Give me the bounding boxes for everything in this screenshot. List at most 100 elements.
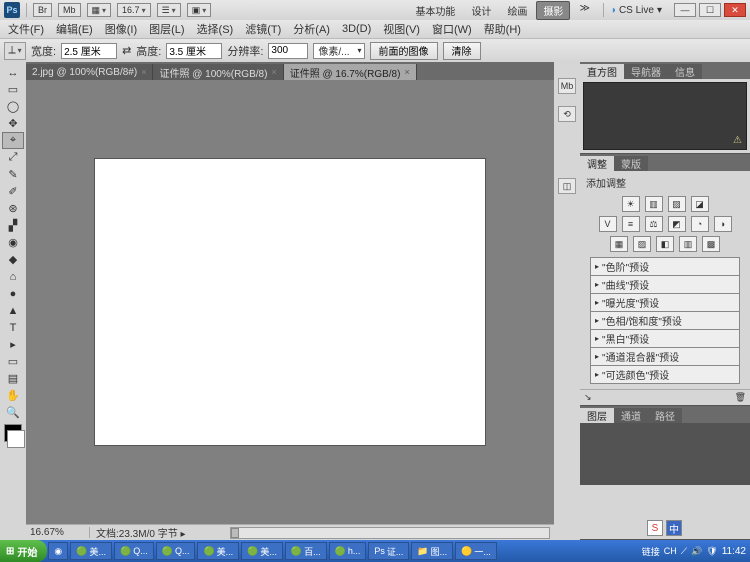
minimize-button[interactable]: — — [674, 3, 696, 17]
menu-file[interactable]: 文件(F) — [2, 20, 50, 38]
preset-levels[interactable]: "色阶"预设 — [590, 257, 740, 276]
taskbar-item[interactable]: Ps证... — [368, 542, 409, 560]
tab-channels[interactable]: 通道 — [614, 408, 648, 423]
adj-exposure[interactable]: ◪ — [691, 196, 709, 212]
menu-analysis[interactable]: 分析(A) — [287, 20, 336, 38]
adj-invert[interactable]: ▦ — [610, 236, 628, 252]
bridge-button[interactable]: Br — [33, 3, 52, 17]
swap-icon[interactable]: ⇄ — [122, 44, 131, 57]
tool-eraser[interactable]: ◉ — [2, 234, 24, 251]
close-button[interactable]: ✕ — [724, 3, 746, 17]
menu-help[interactable]: 帮助(H) — [478, 20, 527, 38]
tool-healing[interactable]: ✎ — [2, 166, 24, 183]
cslive-button[interactable]: ◑CS Live▾ — [610, 5, 662, 16]
background-swatch[interactable] — [7, 430, 25, 448]
canvas-viewport[interactable] — [26, 80, 554, 524]
tool-quickselect[interactable]: ✥ — [2, 115, 24, 132]
height-input[interactable] — [166, 43, 222, 59]
preset-bw[interactable]: "黑白"预设 — [590, 329, 740, 348]
width-input[interactable] — [61, 43, 117, 59]
swatches-panel-icon[interactable]: ◫ — [558, 178, 576, 194]
adj-posterize[interactable]: ▨ — [633, 236, 651, 252]
tab-layers[interactable]: 图层 — [580, 408, 614, 423]
preset-selectivecolor[interactable]: "可选颜色"预设 — [590, 365, 740, 384]
menu-3d[interactable]: 3D(D) — [336, 22, 377, 36]
tab-masks[interactable]: 蒙版 — [614, 156, 648, 171]
taskbar-item[interactable]: ◉ — [48, 542, 68, 560]
preset-exposure[interactable]: "曝光度"预设 — [590, 293, 740, 312]
resolution-unit-select[interactable]: 像素/... — [313, 43, 364, 59]
tool-stamp[interactable]: ⊛ — [2, 200, 24, 217]
ime-sogou-icon[interactable]: S — [647, 520, 663, 536]
tray-lang[interactable]: CH — [664, 546, 677, 556]
tool-move[interactable]: ↔ — [2, 64, 24, 81]
preset-channelmixer[interactable]: "通道混合器"预设 — [590, 347, 740, 366]
canvas[interactable] — [95, 159, 485, 445]
tool-type[interactable]: T — [2, 319, 24, 336]
zoom-level-dropdown[interactable]: 16.7 — [117, 3, 151, 17]
taskbar-item[interactable]: 🟢百... — [285, 542, 327, 560]
doc-tab-2[interactable]: 证件照 @ 16.7%(RGB/8)× — [284, 64, 417, 80]
minibridge-button[interactable]: Mb — [58, 3, 81, 17]
tool-pen[interactable]: ▲ — [2, 302, 24, 319]
maximize-button[interactable]: ☐ — [699, 3, 721, 17]
view-extras-dropdown[interactable]: ▦ — [87, 3, 112, 17]
tool-blur[interactable]: ⌂ — [2, 268, 24, 285]
crop-tool-icon[interactable]: ⟂ — [4, 42, 26, 60]
tool-eyedropper[interactable]: ⤢ — [2, 149, 24, 166]
close-icon[interactable]: × — [141, 67, 146, 77]
tray-icon[interactable]: 🔊 — [691, 546, 702, 557]
tab-adjustments[interactable]: 调整 — [580, 156, 614, 171]
resolution-input[interactable] — [268, 43, 308, 59]
ime-lang-icon[interactable]: 中 — [666, 520, 682, 536]
menu-filter[interactable]: 滤镜(T) — [239, 20, 287, 38]
adj-huesat[interactable]: ≡ — [622, 216, 640, 232]
arrange-dropdown[interactable]: ☰ — [157, 3, 181, 17]
tool-zoom[interactable]: 🔍 — [2, 404, 24, 421]
taskbar-item[interactable]: 🟢h... — [329, 542, 367, 560]
adj-gradientmap[interactable]: ▥ — [679, 236, 697, 252]
screen-mode-dropdown[interactable]: ▣ — [187, 3, 212, 17]
preset-huesat[interactable]: "色相/饱和度"预设 — [590, 311, 740, 330]
doc-tab-0[interactable]: 2.jpg @ 100%(RGB/8#)× — [26, 64, 153, 80]
menu-edit[interactable]: 编辑(E) — [50, 20, 99, 38]
menu-select[interactable]: 选择(S) — [191, 20, 240, 38]
tool-lasso[interactable]: ◯ — [2, 98, 24, 115]
adj-photofilter[interactable]: ◔ — [691, 216, 709, 232]
adj-channelmixer[interactable]: ◑ — [714, 216, 732, 232]
doc-info[interactable]: 文档:23.3M/0 字节 ▸ — [90, 525, 230, 540]
history-panel-icon[interactable]: ⟲ — [558, 106, 576, 122]
adj-vibrance[interactable]: V — [599, 216, 617, 232]
taskbar-item[interactable]: 🟡一... — [455, 542, 497, 560]
minibridge-icon[interactable]: Mb — [558, 78, 576, 94]
panel-expand-icon[interactable]: ↘ — [584, 392, 592, 403]
taskbar-item[interactable]: 🟢美... — [241, 542, 283, 560]
tab-info[interactable]: 信息 — [668, 64, 702, 79]
taskbar-item[interactable]: 🟢美... — [70, 542, 112, 560]
tool-hand[interactable]: ✋ — [2, 387, 24, 404]
tool-marquee[interactable]: ▭ — [2, 81, 24, 98]
start-button[interactable]: ⊞开始 — [0, 540, 47, 562]
menu-view[interactable]: 视图(V) — [377, 20, 426, 38]
menu-layer[interactable]: 图层(L) — [143, 20, 190, 38]
tool-dodge[interactable]: ● — [2, 285, 24, 302]
menu-image[interactable]: 图像(I) — [99, 20, 143, 38]
workspace-more[interactable]: ≫ — [572, 1, 596, 20]
tool-brush[interactable]: ✐ — [2, 183, 24, 200]
adj-colorbalance[interactable]: ⚖ — [645, 216, 663, 232]
tray-icon[interactable]: ⟋ — [681, 546, 687, 557]
adj-curves[interactable]: ▨ — [668, 196, 686, 212]
tab-histogram[interactable]: 直方图 — [580, 64, 624, 79]
taskbar-item[interactable]: 🟢Q... — [156, 542, 196, 560]
close-icon[interactable]: × — [404, 67, 409, 77]
workspace-design[interactable]: 设计 — [464, 1, 498, 20]
tab-navigator[interactable]: 导航器 — [624, 64, 668, 79]
adj-threshold[interactable]: ◧ — [656, 236, 674, 252]
tool-gradient[interactable]: ◆ — [2, 251, 24, 268]
adj-selectivecolor[interactable]: ▩ — [702, 236, 720, 252]
front-image-button[interactable]: 前面的图像 — [370, 42, 438, 60]
menu-window[interactable]: 窗口(W) — [426, 20, 478, 38]
workspace-essentials[interactable]: 基本功能 — [408, 1, 462, 20]
clear-button[interactable]: 清除 — [443, 42, 481, 60]
tab-paths[interactable]: 路径 — [648, 408, 682, 423]
